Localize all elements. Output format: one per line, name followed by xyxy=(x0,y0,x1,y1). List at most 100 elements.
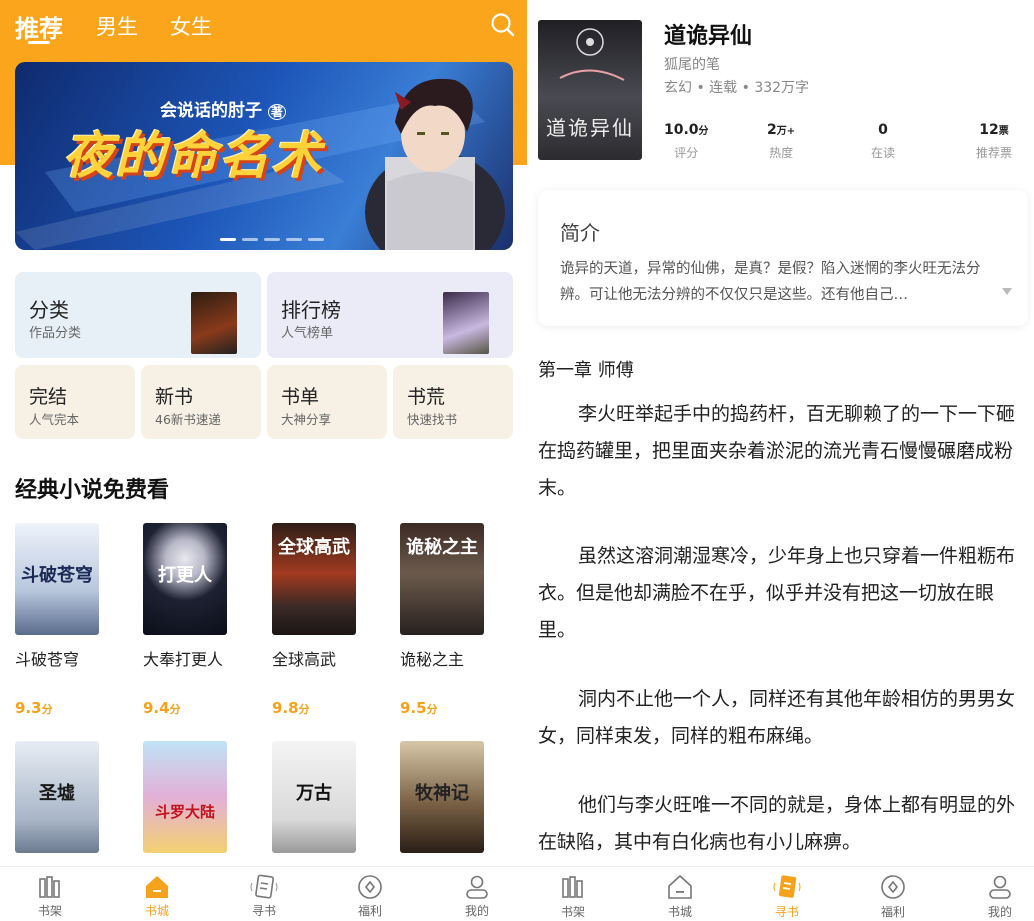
book-score: 9.3分 xyxy=(15,699,53,717)
book-score: 9.4分 xyxy=(143,699,181,717)
cards-icon xyxy=(250,874,278,899)
nav-profile[interactable]: 我的 xyxy=(447,867,507,921)
category-new-books[interactable]: 新书 46新书速递 xyxy=(141,365,261,439)
category-title: 新书 xyxy=(155,386,194,408)
nav-label: 我的 xyxy=(987,905,1012,919)
category-subtitle: 快速找书 xyxy=(407,412,458,427)
chapter-paragraph: 他们与李火旺唯一不同的就是，身体上都有明显的外在缺陷，其中有白化病也有小儿麻痹。 xyxy=(538,794,1016,853)
book-score: 9.8分 xyxy=(272,699,310,717)
book-item[interactable]: 圣墟 xyxy=(15,741,125,853)
nav-bookstore[interactable]: 书城 xyxy=(127,867,187,921)
book-title: 大奉打更人 xyxy=(143,650,224,669)
category-title: 书单 xyxy=(281,386,320,408)
tab-recommend[interactable]: 推荐 xyxy=(15,9,63,44)
book-item[interactable]: 牧神记 xyxy=(400,741,510,853)
promo-banner[interactable]: 会说话的肘子 著 夜的命名术 xyxy=(15,62,513,250)
book-cover: 斗罗大陆 xyxy=(143,741,227,853)
chapter-paragraph: 洞内不止他一个人，同样还有其他年龄相仿的男男女女，同样束发，同样的粗布麻绳。 xyxy=(538,688,1016,747)
book-cover: 打更人 xyxy=(143,523,227,635)
category-book-finder[interactable]: 书荒 快速找书 xyxy=(393,365,513,439)
category-title: 书荒 xyxy=(407,386,446,408)
book-meta: 玄幻 • 连载 • 332万字 xyxy=(664,80,810,96)
book-cover: 万古 xyxy=(272,741,356,853)
category-card-ranking[interactable]: 排行榜 人气榜单 xyxy=(267,272,513,358)
bookstore-screen: 推荐 男生 女生 会说话的肘子 著 夜的命名术 分类 作品分类 排行榜 人气榜单… xyxy=(0,0,527,921)
nav-welfare[interactable]: 福利 xyxy=(863,867,923,921)
coin-icon xyxy=(881,875,905,899)
book-title: 道诡异仙 xyxy=(664,24,753,49)
banner-title: 夜的命名术 xyxy=(63,127,323,185)
intro-heading: 简介 xyxy=(560,221,600,245)
category-booklist[interactable]: 书单 大神分享 xyxy=(267,365,387,439)
book-item[interactable]: 斗罗大陆 xyxy=(143,741,253,853)
nav-label: 书城 xyxy=(667,905,692,919)
intro-card[interactable]: 简介 诡异的天道，异常的仙佛，是真？是假？陷入迷惘的李火旺无法分辨。可让他无法分… xyxy=(538,190,1028,326)
category-card-classify[interactable]: 分类 作品分类 xyxy=(15,272,261,358)
category-subtitle: 46新书速递 xyxy=(155,412,221,427)
expand-chevron-icon[interactable] xyxy=(1002,288,1012,295)
user-icon xyxy=(989,875,1011,899)
nav-welfare[interactable]: 福利 xyxy=(340,867,400,921)
intro-text: 诡异的天道，异常的仙佛，是真？是假？陷入迷惘的李火旺无法分辨。可让他无法分辨的不… xyxy=(560,261,981,303)
home-icon xyxy=(668,874,692,899)
tab-male[interactable]: 男生 xyxy=(96,11,138,41)
stat-reading: 0 在读 xyxy=(871,122,896,160)
book-cover: 圣墟 xyxy=(15,741,99,853)
category-completed[interactable]: 完结 人气完本 xyxy=(15,365,135,439)
bookshelf-icon xyxy=(562,876,583,898)
nav-profile[interactable]: 我的 xyxy=(970,867,1030,921)
nav-bookshelf[interactable]: 书架 xyxy=(20,867,80,921)
category-title: 完结 xyxy=(29,386,68,408)
book-title: 诡秘之主 xyxy=(400,650,465,669)
stat-popularity: 2万+ 热度 xyxy=(767,122,796,160)
book-cover: 全球高武 xyxy=(272,523,356,635)
chapter-paragraph: 虽然这溶洞潮湿寒冷，少年身上也只穿着一件粗粝布衣。但是他却满脸不在乎，似乎并没有… xyxy=(538,545,1016,641)
nav-label: 寻书 xyxy=(251,904,276,918)
nav-label: 我的 xyxy=(464,904,489,918)
banner-pagination xyxy=(220,238,324,241)
book-item[interactable]: 诡秘之主 诡秘之主 9.5分 xyxy=(400,523,510,717)
book-author[interactable]: 狐尾的笔 xyxy=(664,54,720,74)
book-item[interactable]: 全球高武 全球高武 9.8分 xyxy=(272,523,382,717)
nav-label: 福利 xyxy=(357,904,382,918)
home-icon xyxy=(146,876,168,898)
chapter-title: 第一章 师傅 xyxy=(538,360,634,381)
tab-female[interactable]: 女生 xyxy=(170,11,212,41)
stat-rating: 10.0分 评分 xyxy=(664,122,709,160)
category-title: 排行榜 xyxy=(281,298,341,322)
nav-find-books[interactable]: 寻书 xyxy=(757,867,817,921)
book-title: 全球高武 xyxy=(272,650,337,669)
nav-label: 书城 xyxy=(144,904,169,918)
book-item[interactable]: 万古 xyxy=(272,741,382,853)
book-detail-screen: 道诡异仙 道诡异仙 狐尾的笔 玄幻 • 连载 • 332万字 10.0分 评分 … xyxy=(527,0,1034,921)
nav-label: 寻书 xyxy=(774,905,799,919)
coin-icon xyxy=(358,875,382,899)
cover-art xyxy=(559,28,625,81)
bottom-nav: 书架 书城 寻书 福利 我的 xyxy=(0,866,527,921)
book-thumbnail xyxy=(191,292,237,354)
section-title: 经典小说免费看 xyxy=(15,478,170,503)
category-subtitle: 大神分享 xyxy=(281,412,332,427)
book-title: 斗破苍穹 xyxy=(15,650,80,669)
stat-recommend-votes[interactable]: 12票 推荐票 xyxy=(976,122,1012,161)
category-subtitle: 人气完本 xyxy=(29,412,80,427)
book-item[interactable]: 打更人 大奉打更人 9.4分 xyxy=(143,523,253,717)
search-icon[interactable] xyxy=(490,12,516,38)
book-score: 9.5分 xyxy=(400,699,438,717)
active-tab-indicator xyxy=(28,41,50,44)
book-cover: 牧神记 xyxy=(400,741,484,853)
nav-label: 书架 xyxy=(37,904,62,918)
user-icon xyxy=(466,875,488,899)
bookshelf-icon xyxy=(39,876,60,898)
book-cover: 诡秘之主 xyxy=(400,523,484,635)
nav-find-books[interactable]: 寻书 xyxy=(234,867,294,921)
category-subtitle: 作品分类 xyxy=(29,326,82,341)
book-cover-large[interactable]: 道诡异仙 xyxy=(538,20,642,160)
nav-bookshelf[interactable]: 书架 xyxy=(543,867,603,921)
nav-label: 福利 xyxy=(880,905,905,919)
book-item[interactable]: 斗破苍穹 斗破苍穹 9.3分 xyxy=(15,523,125,717)
nav-bookstore[interactable]: 书城 xyxy=(650,867,710,921)
screenshot-root: 推荐 男生 女生 会说话的肘子 著 夜的命名术 分类 作品分类 排行榜 人气榜单… xyxy=(0,0,1034,921)
category-subtitle: 人气榜单 xyxy=(281,326,334,341)
bottom-nav: 书架 书城 寻书 福利 我的 xyxy=(527,866,1034,921)
